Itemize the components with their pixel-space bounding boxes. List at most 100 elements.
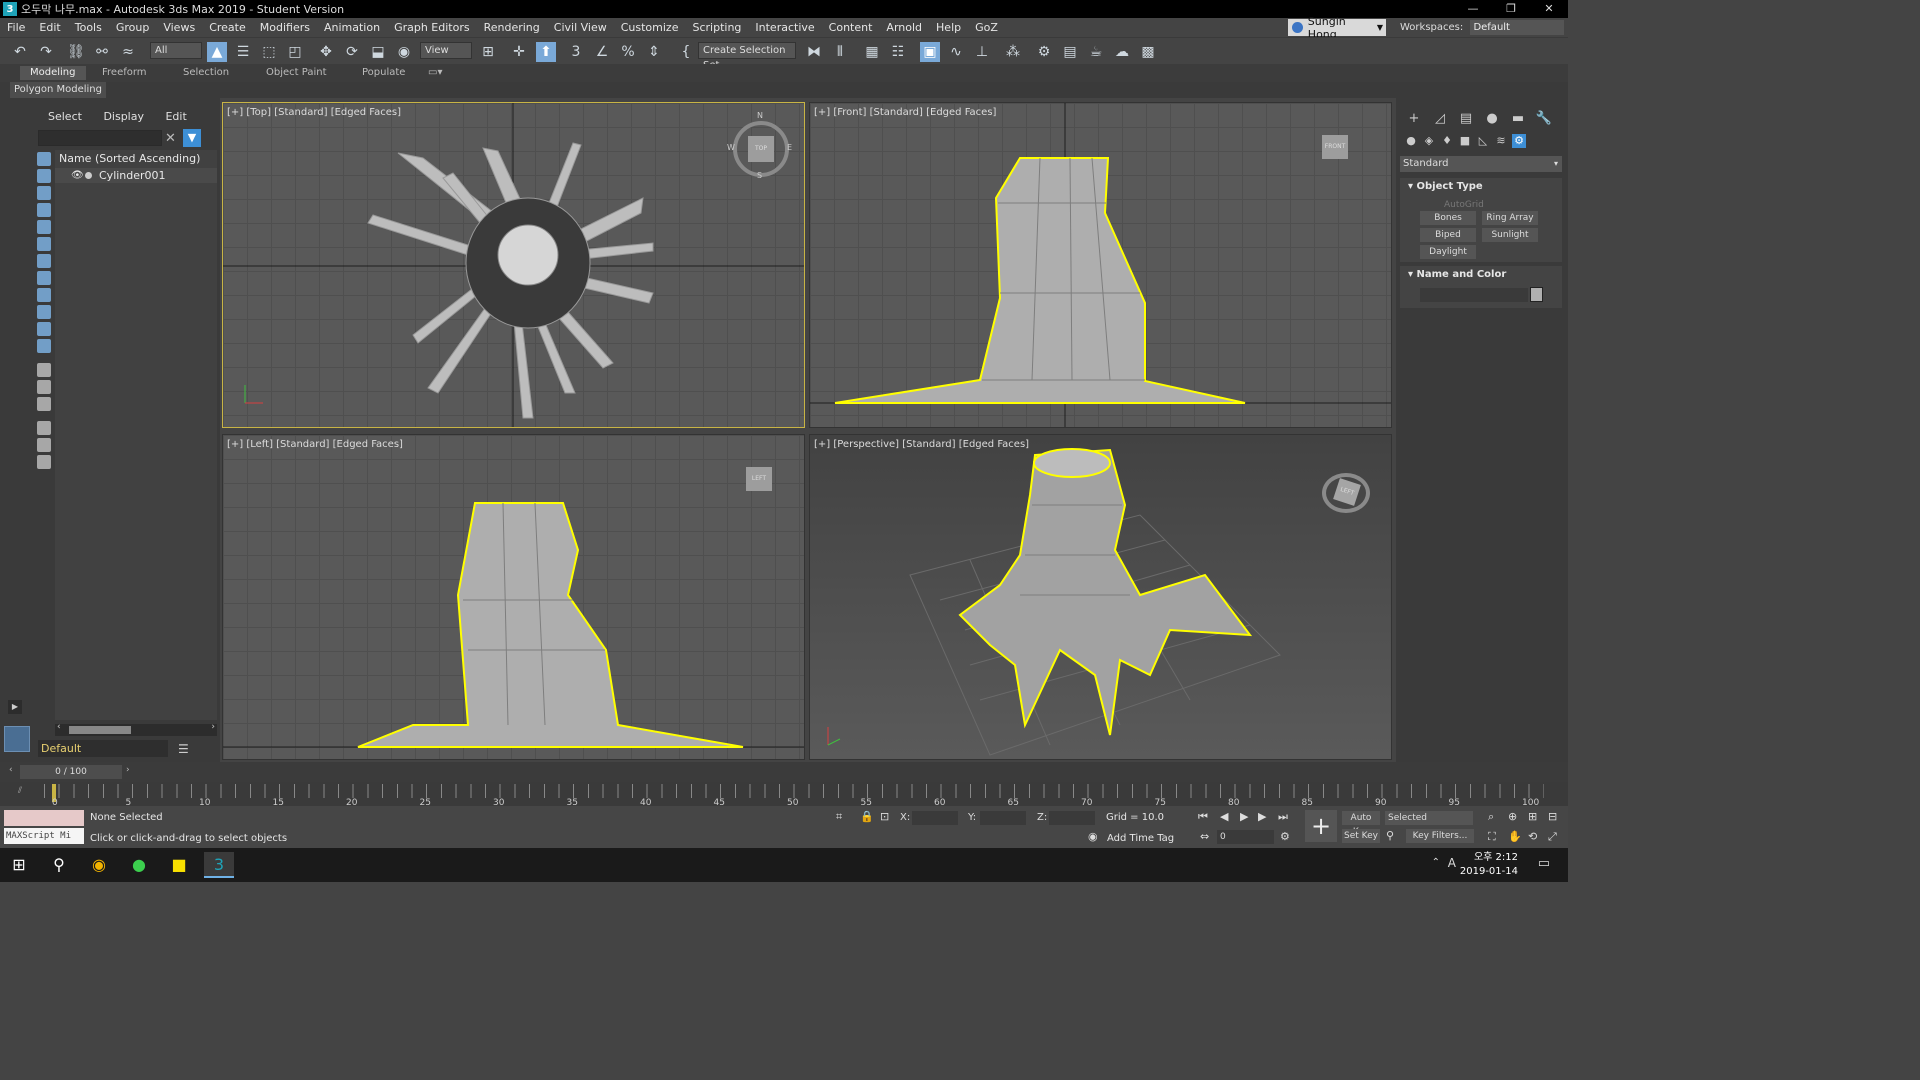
time-tag-icon[interactable]: ◉: [1088, 830, 1098, 843]
explorer-menu-display[interactable]: Display: [103, 110, 144, 123]
render-setup-icon[interactable]: ⚙: [1034, 42, 1054, 62]
maxscript-mini-listener[interactable]: MAXScript Mi: [4, 828, 84, 844]
shapes-filter-icon[interactable]: [37, 169, 51, 183]
helpers-filter-icon[interactable]: [37, 220, 51, 234]
ime-indicator[interactable]: A: [1448, 856, 1456, 870]
key-mode-toggle-icon[interactable]: ⇔: [1200, 830, 1209, 843]
render-iterative-icon[interactable]: ▩: [1138, 42, 1158, 62]
key-filters-button[interactable]: Key Filters...: [1406, 829, 1474, 843]
ring-array-button[interactable]: Ring Array: [1482, 211, 1538, 225]
viewcube-front[interactable]: FRONT: [1322, 135, 1348, 159]
redo-icon[interactable]: ↷: [36, 42, 56, 62]
menu-help[interactable]: Help: [929, 18, 968, 37]
invert-display-icon[interactable]: [37, 397, 51, 411]
snaps-toggle-icon[interactable]: 3: [566, 42, 586, 62]
geometry-filter-icon[interactable]: [37, 152, 51, 166]
selection-filter-dropdown[interactable]: All: [150, 42, 202, 59]
viewport-perspective[interactable]: [+] [Perspective] [Standard] [Edged Face…: [809, 434, 1392, 760]
list-item[interactable]: 👁 Cylinder001: [55, 168, 217, 183]
angle-snap-icon[interactable]: ∠: [592, 42, 612, 62]
explorer-menu-edit[interactable]: Edit: [165, 110, 186, 123]
layers-icon[interactable]: ☰: [178, 742, 189, 756]
3ds-max-taskbar-icon[interactable]: 3: [204, 852, 234, 878]
zoom-extents-icon[interactable]: ⊞: [1528, 810, 1537, 823]
minimize-button[interactable]: —: [1454, 0, 1492, 18]
scene-explorer-toggle-icon[interactable]: ▦: [862, 42, 882, 62]
current-frame-input[interactable]: 0: [1217, 830, 1274, 844]
viewport-top[interactable]: [+] [Top] [Standard] [Edged Faces] N S E…: [222, 102, 805, 428]
taskbar-clock[interactable]: 오후 2:12 2019-01-14: [1460, 851, 1518, 879]
previous-frame-icon[interactable]: ◀: [1220, 810, 1228, 823]
notification-icon[interactable]: ▭: [1538, 856, 1550, 871]
set-key-button[interactable]: Set Key: [1342, 829, 1380, 843]
bones-button[interactable]: Bones: [1420, 211, 1476, 225]
pan-icon[interactable]: ✋: [1508, 830, 1522, 843]
z-coordinate-input[interactable]: [1049, 811, 1095, 825]
close-button[interactable]: ✕: [1530, 0, 1568, 18]
menu-goz[interactable]: GoZ: [968, 18, 1005, 37]
window-crossing-icon[interactable]: ◰: [285, 42, 305, 62]
menu-scripting[interactable]: Scripting: [685, 18, 748, 37]
hidden-filter-icon[interactable]: [37, 339, 51, 353]
viewport-front[interactable]: [+] [Front] [Standard] [Edged Faces] FRO…: [809, 102, 1392, 428]
key-mode-dropdown[interactable]: Selected: [1385, 811, 1473, 825]
menu-create[interactable]: Create: [202, 18, 253, 37]
track-ruler[interactable]: [44, 784, 1544, 798]
containers-filter-icon[interactable]: [37, 305, 51, 319]
render-online-icon[interactable]: ☁: [1112, 42, 1132, 62]
align-icon[interactable]: ⫴: [830, 42, 850, 62]
menu-content[interactable]: Content: [822, 18, 880, 37]
time-slider-thumb[interactable]: 0 / 100: [20, 765, 122, 779]
absolute-mode-icon[interactable]: ⊡: [880, 810, 889, 823]
bind-space-warp-icon[interactable]: ≈: [118, 42, 138, 62]
next-frame-icon[interactable]: ›: [126, 765, 130, 775]
explorer-column-header[interactable]: Name (Sorted Ascending): [59, 152, 200, 165]
autogrid-checkbox[interactable]: AutoGrid: [1444, 200, 1484, 210]
field-of-view-icon[interactable]: ⛶: [1488, 830, 1496, 844]
explorer-menu-select[interactable]: Select: [48, 110, 82, 123]
render-production-icon[interactable]: ☕: [1086, 42, 1106, 62]
cameras-filter-icon[interactable]: [37, 203, 51, 217]
pivot-center-icon[interactable]: ⊞: [478, 42, 498, 62]
workspace-selector[interactable]: Workspaces: Default: [1400, 19, 1565, 36]
viewport-front-label[interactable]: [+] [Front] [Standard] [Edged Faces]: [814, 107, 996, 118]
explorer-horizontal-scrollbar[interactable]: ‹ ›: [55, 722, 217, 736]
folder-icon[interactable]: [37, 455, 51, 469]
frozen-filter-icon[interactable]: [37, 322, 51, 336]
object-name-input[interactable]: [1420, 288, 1528, 302]
schematic-view-icon[interactable]: ⊥: [972, 42, 992, 62]
lights-filter-icon[interactable]: [37, 186, 51, 200]
x-coordinate-input[interactable]: [912, 811, 958, 825]
viewcube-compass[interactable]: N S E W TOP: [727, 111, 792, 180]
windows-start-icon[interactable]: ⊞: [4, 852, 34, 878]
named-selection-set-dropdown[interactable]: Create Selection Set: [698, 42, 796, 71]
viewport-left-label[interactable]: [+] [Left] [Standard] [Edged Faces]: [227, 439, 403, 450]
ribbon-tab-freeform[interactable]: Freeform: [102, 66, 147, 80]
add-time-tag[interactable]: Add Time Tag: [1107, 833, 1174, 844]
menu-interactive[interactable]: Interactive: [748, 18, 821, 37]
ribbon-options-icon[interactable]: ▭▾: [428, 66, 442, 80]
xrefs-filter-icon[interactable]: [37, 271, 51, 285]
hierarchy-tab-icon[interactable]: ▤: [1456, 110, 1476, 128]
display-none-icon[interactable]: [37, 380, 51, 394]
display-tab-icon[interactable]: ▬: [1508, 110, 1528, 128]
viewcube-left[interactable]: LEFT: [746, 467, 772, 491]
scale-icon[interactable]: ⬓: [368, 42, 388, 62]
rotate-icon[interactable]: ⟳: [342, 42, 362, 62]
scroll-thumb[interactable]: [69, 726, 131, 734]
zoom-all-icon[interactable]: ⊕: [1508, 810, 1517, 823]
rendered-frame-window-icon[interactable]: ▤: [1060, 42, 1080, 62]
go-to-start-icon[interactable]: ⏮: [1198, 810, 1208, 824]
time-configuration-icon[interactable]: ⚙: [1280, 830, 1290, 843]
undo-icon[interactable]: ↶: [10, 42, 30, 62]
mirror-icon[interactable]: ⧓: [804, 42, 824, 62]
polygon-modeling-label[interactable]: Polygon Modeling: [10, 82, 106, 98]
viewport-left[interactable]: [+] [Left] [Standard] [Edged Faces] LEFT: [222, 434, 805, 760]
chrome-icon[interactable]: ◉: [84, 852, 114, 878]
layer-explorer-icon[interactable]: ☷: [888, 42, 908, 62]
messenger-icon[interactable]: ●: [124, 852, 154, 878]
modify-tab-icon[interactable]: ◿: [1430, 110, 1450, 128]
menu-group[interactable]: Group: [109, 18, 157, 37]
space-warps-icon[interactable]: ≋: [1494, 134, 1508, 148]
curve-editor-mini-icon[interactable]: ⫽: [18, 786, 22, 796]
